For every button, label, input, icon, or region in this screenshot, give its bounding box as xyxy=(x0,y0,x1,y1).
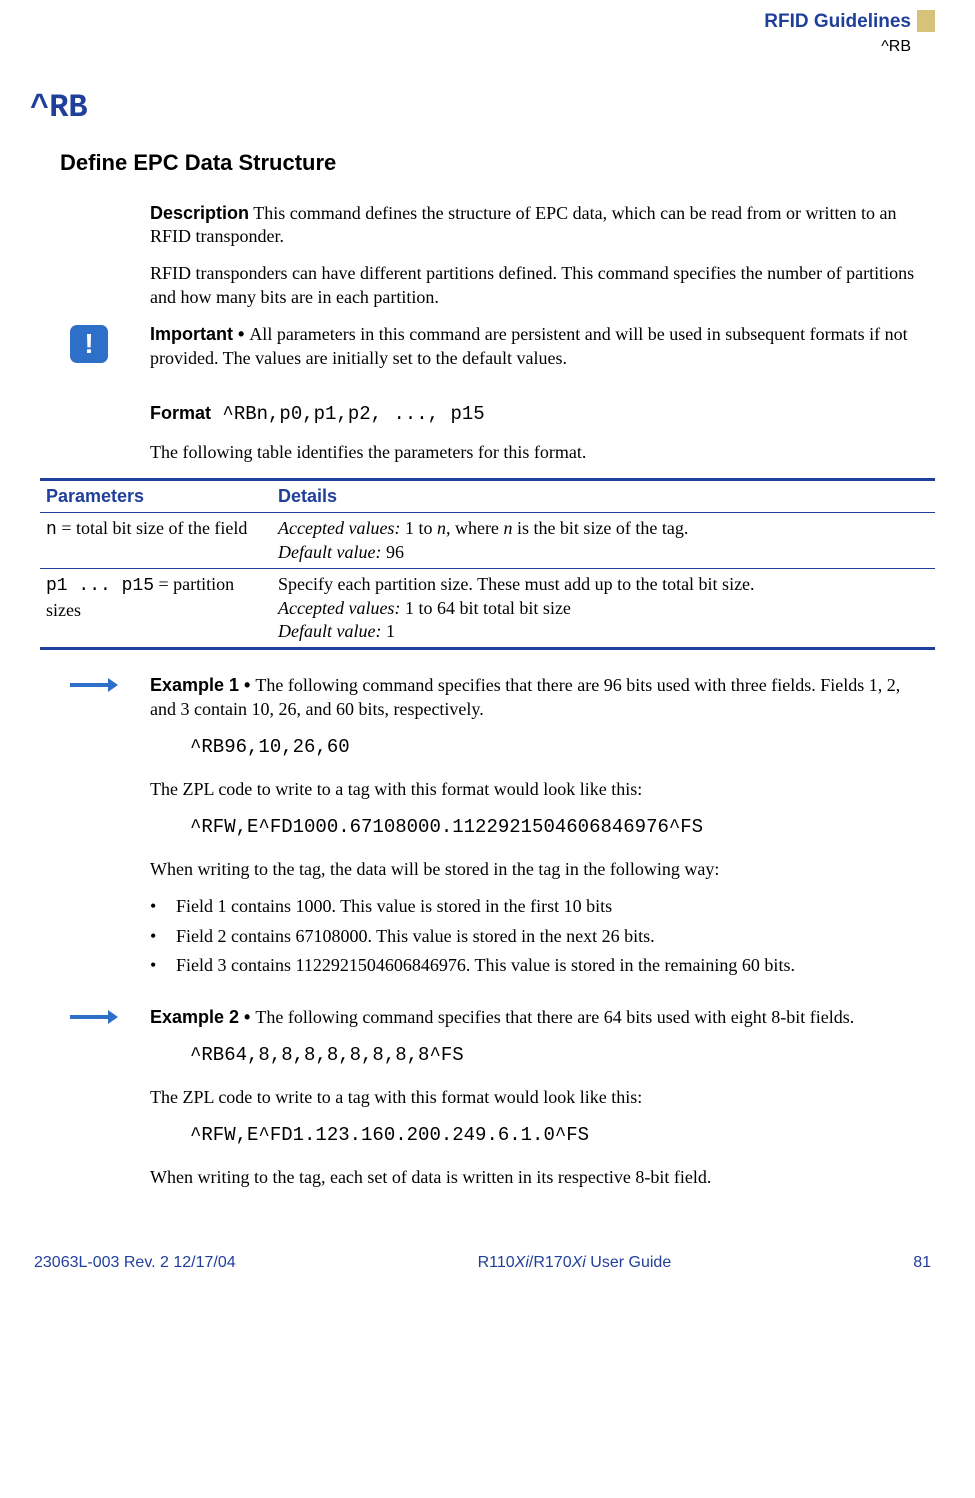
parameters-table: Parameters Details n = total bit size of… xyxy=(40,478,935,650)
header-accent-bar xyxy=(917,10,935,32)
param-code: n xyxy=(46,520,57,540)
default-label: Default value: xyxy=(278,621,381,641)
important-text: All parameters in this command are persi… xyxy=(150,324,908,367)
important-icon: ! xyxy=(70,325,108,363)
param-code: p1 ... p15 xyxy=(46,576,154,596)
code-block: ^RFW,E^FD1.123.160.200.249.6.1.0^FS xyxy=(190,1123,854,1148)
example-label: Example 1 • xyxy=(150,675,255,695)
description-paragraph-2: RFID transponders can have different par… xyxy=(150,262,915,309)
example-para: When writing to the tag, the data will b… xyxy=(150,858,915,881)
footer-left: 23063L-003 Rev. 2 12/17/04 xyxy=(34,1253,236,1274)
list-item: Field 1 contains 1000. This value is sto… xyxy=(150,895,915,918)
table-row: p1 ... p15 = partition sizes Specify eac… xyxy=(40,569,935,649)
footer-page-number: 81 xyxy=(913,1253,931,1274)
table-header-parameters: Parameters xyxy=(40,480,272,513)
example-para: When writing to the tag, each set of dat… xyxy=(150,1166,854,1189)
format-intro: The following table identifies the param… xyxy=(150,441,915,464)
description-label: Description xyxy=(150,203,249,223)
param-cell: n = total bit size of the field xyxy=(40,513,272,569)
default-label: Default value: xyxy=(278,542,381,562)
header-command-code: ^RB xyxy=(30,37,911,58)
example-1: Example 1 • The following command specif… xyxy=(150,674,915,997)
format-code: ^RBn,p0,p1,p2, ..., p15 xyxy=(211,403,485,425)
field-list: Field 1 contains 1000. This value is sto… xyxy=(150,895,915,977)
param-cell: p1 ... p15 = partition sizes xyxy=(40,569,272,649)
footer-center: R110Xi/R170Xi User Guide xyxy=(478,1253,672,1274)
arrow-right-icon xyxy=(70,678,118,692)
code-block: ^RB96,10,26,60 xyxy=(190,735,915,760)
header-guide-title: RFID Guidelines xyxy=(764,10,911,35)
accepted-label: Accepted values: xyxy=(278,598,400,618)
code-block: ^RB64,8,8,8,8,8,8,8,8^FS xyxy=(190,1043,854,1068)
list-item: Field 3 contains 1122921504606846976. Th… xyxy=(150,954,915,977)
page-footer: 23063L-003 Rev. 2 12/17/04 R110Xi/R170Xi… xyxy=(30,1253,935,1274)
description-text: This command defines the structure of EP… xyxy=(150,203,897,246)
param-desc: = total bit size of the field xyxy=(57,518,248,538)
example-label: Example 2 • xyxy=(150,1007,255,1027)
accepted-label: Accepted values: xyxy=(278,518,400,538)
arrow-right-icon xyxy=(70,1010,118,1024)
command-subtitle: Define EPC Data Structure xyxy=(60,149,935,178)
important-label: Important • xyxy=(150,324,249,344)
code-block: ^RFW,E^FD1000.67108000.11229215046068469… xyxy=(190,815,915,840)
important-note: Important • All parameters in this comma… xyxy=(150,323,915,384)
format-line: Format ^RBn,p0,p1,p2, ..., p15 xyxy=(150,402,915,427)
page-header: RFID Guidelines ^RB xyxy=(30,10,935,57)
description-paragraph: Description This command defines the str… xyxy=(150,202,915,249)
format-label: Format xyxy=(150,403,211,423)
example-text: The following command specifies that the… xyxy=(150,675,900,718)
example-text: The following command specifies that the… xyxy=(255,1007,854,1027)
table-header-details: Details xyxy=(272,480,935,513)
command-title: ^RB xyxy=(30,87,935,129)
example-para: The ZPL code to write to a tag with this… xyxy=(150,1086,854,1109)
example-2: Example 2 • The following command specif… xyxy=(150,1006,854,1204)
list-item: Field 2 contains 67108000. This value is… xyxy=(150,925,915,948)
detail-cell: Accepted values: 1 to n, where n is the … xyxy=(272,513,935,569)
detail-cell: Specify each partition size. These must … xyxy=(272,569,935,649)
example-para: The ZPL code to write to a tag with this… xyxy=(150,778,915,801)
table-row: n = total bit size of the field Accepted… xyxy=(40,513,935,569)
